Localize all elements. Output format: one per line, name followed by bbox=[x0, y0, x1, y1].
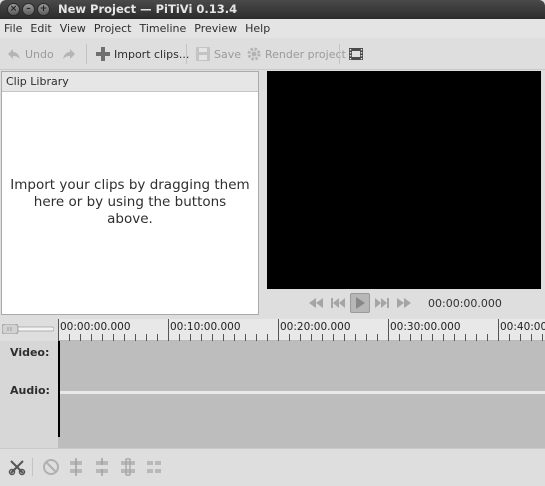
title-bar: × – + New Project — PiTiVi 0.13.4 bbox=[0, 0, 545, 19]
minimize-window-button[interactable]: – bbox=[22, 3, 35, 16]
ruler-label: 00:30:00.000 bbox=[390, 321, 461, 333]
ruler-label: 00:10:00.000 bbox=[170, 321, 241, 333]
video-track-label: Video: bbox=[10, 346, 50, 359]
playhead[interactable] bbox=[58, 341, 60, 437]
delete-clip-icon[interactable] bbox=[42, 458, 60, 476]
timecode-display: 00:00:00.000 bbox=[428, 297, 502, 310]
clip-library-empty-message: Import your clips by dragging them here … bbox=[10, 177, 250, 227]
save-button[interactable]: Save bbox=[195, 44, 241, 64]
save-label: Save bbox=[214, 47, 242, 61]
toolbar-separator bbox=[186, 44, 187, 64]
audio-track-label: Audio: bbox=[10, 384, 50, 397]
menu-edit[interactable]: Edit bbox=[26, 22, 55, 35]
gear-icon bbox=[247, 47, 261, 61]
skip-to-end-icon bbox=[375, 298, 389, 308]
close-window-button[interactable]: × bbox=[7, 3, 20, 16]
toolbar-separator bbox=[32, 458, 33, 476]
toolbar-separator bbox=[86, 44, 87, 64]
ruler-label: 00:00:00.000 bbox=[60, 321, 131, 333]
window-title: New Project — PiTiVi 0.13.4 bbox=[58, 2, 238, 16]
video-viewer bbox=[267, 71, 541, 289]
split-clip-icon[interactable] bbox=[8, 458, 26, 476]
menu-view[interactable]: View bbox=[56, 22, 90, 35]
clip-library-panel[interactable]: Clip Library Import your clips by draggi… bbox=[1, 71, 259, 315]
redo-button[interactable] bbox=[61, 44, 80, 64]
undo-arrow-icon bbox=[8, 49, 20, 59]
timeline-zoom-slider[interactable] bbox=[2, 324, 54, 334]
menu-project[interactable]: Project bbox=[90, 22, 136, 35]
rewind-icon bbox=[309, 298, 323, 308]
go-to-end-button[interactable] bbox=[372, 293, 392, 313]
unlink-clips-icon[interactable] bbox=[93, 458, 111, 476]
menu-timeline[interactable]: Timeline bbox=[135, 22, 190, 35]
fast-forward-icon bbox=[397, 298, 411, 308]
go-to-start-button[interactable] bbox=[328, 293, 348, 313]
ruler-label: 00:40:00. bbox=[500, 321, 545, 333]
undo-label: Undo bbox=[25, 47, 54, 61]
timeline-tracks[interactable] bbox=[58, 341, 545, 448]
menu-preview[interactable]: Preview bbox=[190, 22, 241, 35]
clip-library-tab[interactable]: Clip Library bbox=[2, 72, 258, 92]
undo-button[interactable]: Undo bbox=[6, 44, 54, 64]
floppy-icon bbox=[196, 47, 210, 61]
plus-icon bbox=[96, 47, 110, 61]
group-clips-icon[interactable] bbox=[119, 458, 137, 476]
menu-bar: File Edit View Project Timeline Preview … bbox=[0, 19, 545, 38]
render-project-button[interactable]: Render project bbox=[246, 44, 346, 64]
link-clips-icon[interactable] bbox=[67, 458, 85, 476]
fast-forward-button[interactable] bbox=[394, 293, 414, 313]
fullscreen-button[interactable] bbox=[348, 44, 367, 64]
skip-to-start-icon bbox=[331, 298, 345, 308]
menu-help[interactable]: Help bbox=[241, 22, 274, 35]
menu-file[interactable]: File bbox=[0, 22, 26, 35]
film-frame-icon bbox=[349, 48, 363, 60]
track-headers: Video: Audio: bbox=[0, 341, 58, 448]
redo-arrow-icon bbox=[63, 49, 75, 59]
playback-controls bbox=[306, 293, 416, 313]
main-toolbar: Undo Import clips... Save Render project bbox=[0, 38, 545, 70]
render-project-label: Render project bbox=[265, 47, 346, 61]
ungroup-clips-icon[interactable] bbox=[145, 458, 163, 476]
maximize-window-button[interactable]: + bbox=[37, 3, 50, 16]
timeline-toolbar bbox=[0, 448, 545, 486]
play-icon bbox=[356, 297, 365, 309]
timeline-ruler[interactable]: 00:00:00.000 00:10:00.000 00:20:00.000 0… bbox=[58, 319, 545, 341]
import-clips-label: Import clips... bbox=[114, 47, 190, 61]
ruler-label: 00:20:00.000 bbox=[280, 321, 351, 333]
track-divider bbox=[60, 391, 545, 394]
toolbar-separator bbox=[339, 44, 340, 64]
import-clips-button[interactable]: Import clips... bbox=[95, 44, 189, 64]
play-button[interactable] bbox=[350, 293, 370, 313]
rewind-button[interactable] bbox=[306, 293, 326, 313]
